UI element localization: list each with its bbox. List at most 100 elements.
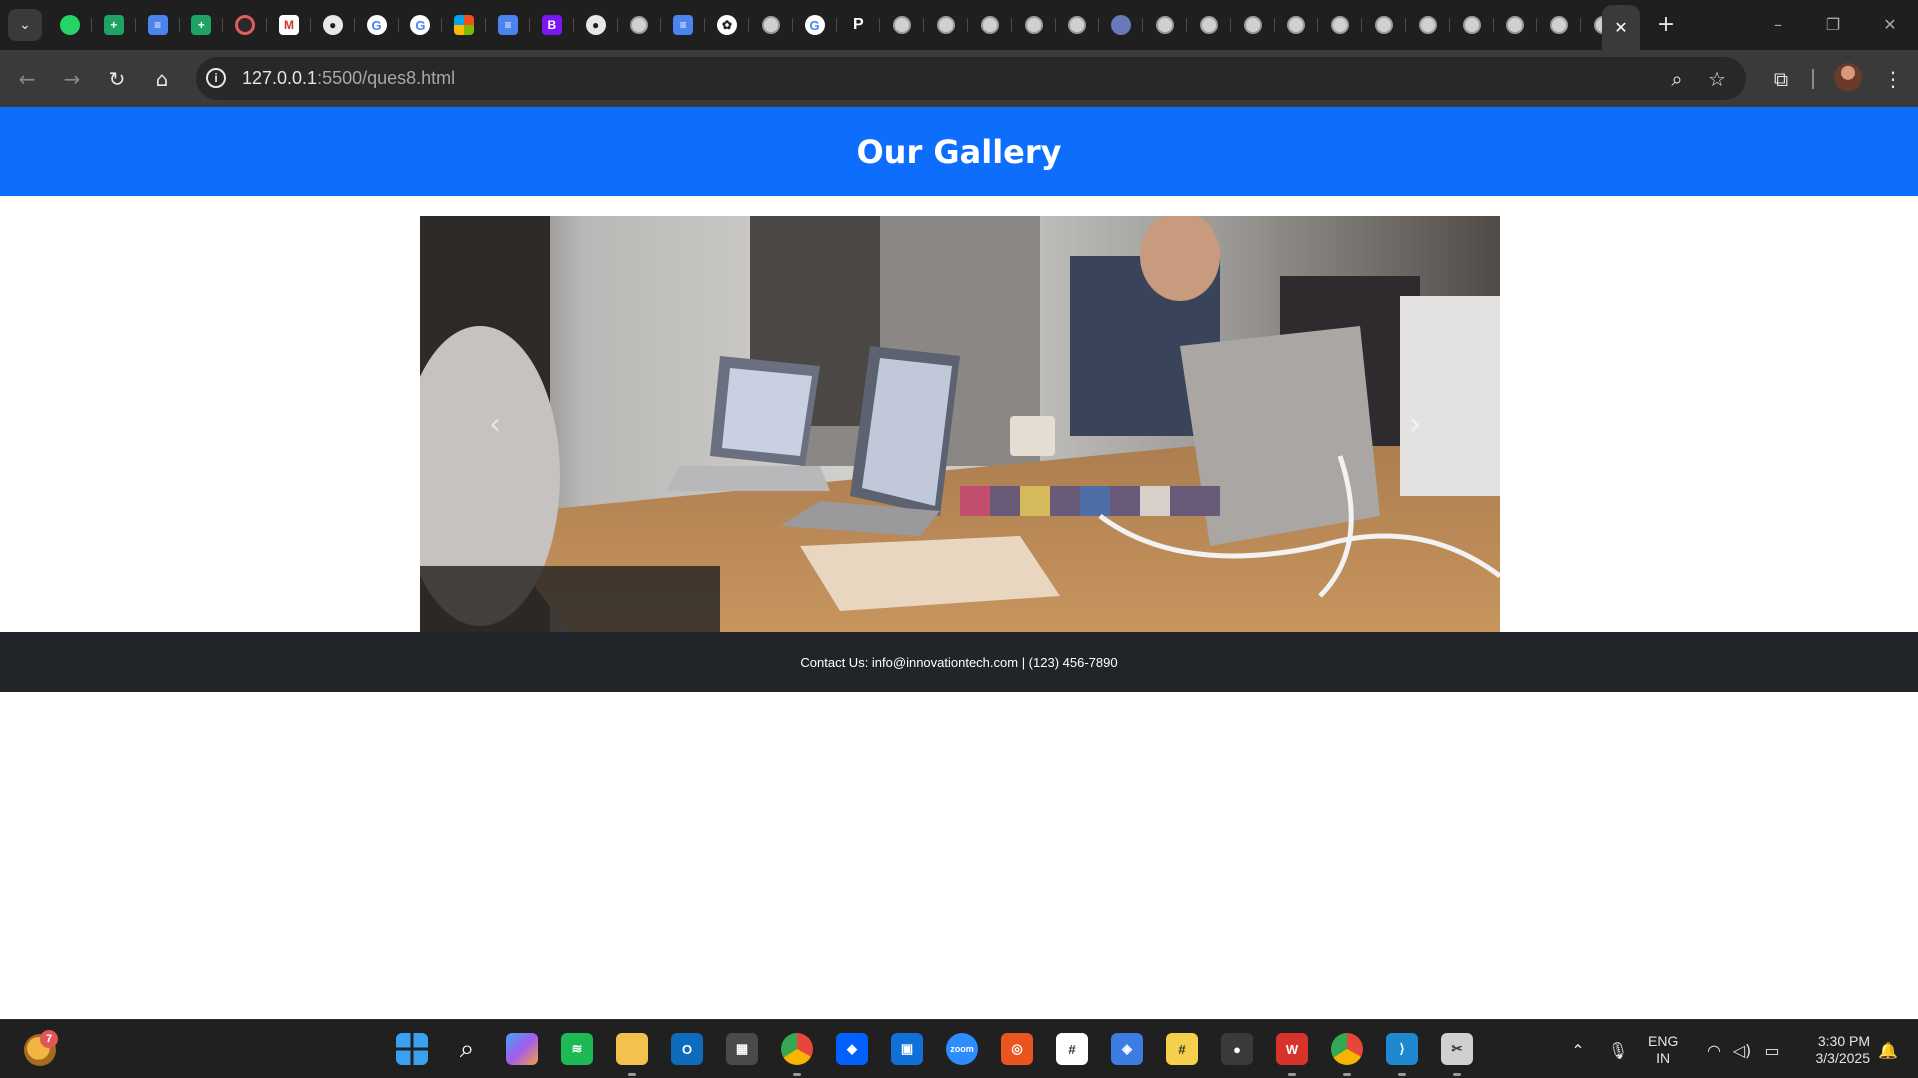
screen-recorder-icon[interactable]: ●: [1221, 1033, 1253, 1065]
new-tab-button[interactable]: +: [1651, 9, 1681, 39]
chrome-profile-icon[interactable]: [1331, 1033, 1363, 1065]
browser-tab[interactable]: M: [267, 9, 311, 41]
spotify-icon[interactable]: ≋: [561, 1033, 593, 1065]
system-clock[interactable]: 3:30 PM 3/3/2025: [1800, 1033, 1871, 1067]
browser-tab[interactable]: B: [530, 9, 574, 41]
browser-tab[interactable]: [749, 9, 793, 41]
restore-button[interactable]: ❐: [1813, 8, 1853, 40]
zoom-icon[interactable]: ⌕: [1664, 66, 1690, 92]
menu-button[interactable]: ⋮: [1876, 62, 1910, 96]
chevron-right-icon: ›: [1409, 406, 1421, 442]
browser-tab[interactable]: ●: [574, 9, 618, 41]
extensions-button[interactable]: ⧉: [1764, 62, 1798, 96]
battery-icon[interactable]: ▭: [1760, 1038, 1784, 1062]
vscode-icon[interactable]: ⟩: [1386, 1033, 1418, 1065]
browser-tab[interactable]: ✿: [705, 9, 749, 41]
browser-tab[interactable]: [1537, 9, 1582, 41]
perplexity-icon: P: [848, 15, 869, 35]
back-button[interactable]: ←: [10, 62, 44, 96]
reload-icon: ↻: [108, 67, 126, 91]
carousel-next-button[interactable]: ›: [1400, 404, 1430, 444]
outlook-icon[interactable]: O: [671, 1033, 703, 1065]
globe-icon: [1068, 16, 1087, 34]
google-docs-icon: ≡: [673, 15, 694, 35]
profile-avatar[interactable]: [1834, 63, 1862, 91]
microphone-icon[interactable]: 🎙: [1606, 1038, 1630, 1062]
browser-tab[interactable]: [1055, 9, 1100, 41]
globe-icon: [1462, 16, 1481, 34]
url-text[interactable]: 127.0.0.1:5500/ques8.html: [242, 68, 455, 89]
forward-button[interactable]: →: [55, 62, 89, 96]
browser-tab[interactable]: [617, 9, 662, 41]
browser-tab[interactable]: [48, 9, 92, 41]
slack-icon[interactable]: #: [1056, 1033, 1088, 1065]
bootstrap-icon: B: [541, 15, 562, 35]
zoom-icon[interactable]: zoom: [946, 1033, 978, 1065]
browser-tab[interactable]: [223, 9, 268, 41]
app-window-icon[interactable]: ▣: [891, 1033, 923, 1065]
home-button[interactable]: ⌂: [145, 62, 179, 96]
copilot-icon[interactable]: [506, 1033, 538, 1065]
browser-tab[interactable]: G: [355, 9, 399, 41]
browser-tab[interactable]: [1493, 9, 1538, 41]
wps-office-icon[interactable]: W: [1276, 1033, 1308, 1065]
reload-button[interactable]: ↻: [100, 62, 134, 96]
active-tab-close-button[interactable]: ✕: [1602, 5, 1640, 50]
browser-tab[interactable]: [924, 9, 968, 41]
browser-tab[interactable]: ≡: [486, 9, 530, 41]
language-indicator[interactable]: ENG IN: [1648, 1033, 1678, 1067]
info-icon[interactable]: i: [206, 68, 226, 88]
browser-tab[interactable]: [880, 9, 925, 41]
browser-tab[interactable]: [1012, 9, 1056, 41]
globe-icon: [1156, 16, 1174, 34]
browser-tab[interactable]: [968, 9, 1012, 41]
arrow-right-icon: →: [63, 67, 81, 91]
tab-search-button[interactable]: ⌄: [8, 9, 42, 41]
windows-start-icon[interactable]: [396, 1033, 428, 1065]
browser-tab[interactable]: [1143, 9, 1187, 41]
browser-tab[interactable]: [1362, 9, 1406, 41]
browser-tab[interactable]: ≡: [661, 9, 706, 41]
browser-tab[interactable]: [1099, 9, 1144, 41]
browser-tab[interactable]: +: [179, 9, 224, 41]
browser-toolbar: ← → ↻ ⌂ i 127.0.0.1:5500/ques8.html ⌕ ☆ …: [0, 50, 1918, 107]
close-window-button[interactable]: ✕: [1870, 8, 1910, 40]
chevron-left-icon: ‹: [489, 406, 501, 442]
browser-tab[interactable]: +: [92, 9, 136, 41]
snipping-tool-icon[interactable]: ✂: [1441, 1033, 1473, 1065]
dropbox-icon[interactable]: ◆: [836, 1033, 868, 1065]
clock-time: 3:30 PM: [1817, 1033, 1870, 1049]
browser-tab[interactable]: [1318, 9, 1363, 41]
address-bar[interactable]: i 127.0.0.1:5500/ques8.html ⌕ ☆: [196, 57, 1746, 100]
notes-icon[interactable]: #: [1166, 1033, 1198, 1065]
globe-icon: [1331, 16, 1350, 34]
browser-tab[interactable]: P: [836, 9, 881, 41]
notifications-icon[interactable]: 🔔: [1876, 1038, 1900, 1062]
ubuntu-icon[interactable]: ◎: [1001, 1033, 1033, 1065]
carousel-prev-button[interactable]: ‹: [480, 404, 510, 444]
browser-tab[interactable]: [1187, 9, 1231, 41]
browser-tab[interactable]: G: [398, 9, 443, 41]
synology-icon[interactable]: ◈: [1111, 1033, 1143, 1065]
browser-tab[interactable]: ●: [311, 9, 355, 41]
bookmark-star-icon[interactable]: ☆: [1704, 66, 1730, 92]
browser-tab[interactable]: [1406, 9, 1450, 41]
chevron-up-icon[interactable]: ⌃: [1566, 1038, 1590, 1062]
search-icon[interactable]: ⌕: [451, 1033, 483, 1065]
volume-icon[interactable]: ◁): [1730, 1038, 1754, 1062]
chrome-icon[interactable]: [781, 1033, 813, 1065]
microsoft-store-icon[interactable]: ▦: [726, 1033, 758, 1065]
browser-tab[interactable]: [1231, 9, 1275, 41]
browser-tab[interactable]: [442, 9, 487, 41]
file-explorer-icon[interactable]: [616, 1033, 648, 1065]
globe-icon: [1506, 16, 1525, 34]
browser-tab[interactable]: [1450, 9, 1494, 41]
minimize-button[interactable]: –: [1758, 8, 1798, 40]
browser-tab[interactable]: G: [793, 9, 837, 41]
notification-badge: 7: [40, 1030, 58, 1048]
wifi-icon[interactable]: ◠: [1702, 1038, 1726, 1062]
browser-tab[interactable]: [1274, 9, 1319, 41]
gallery-carousel: ‹ ›: [420, 216, 1500, 632]
browser-tab[interactable]: ≡: [136, 9, 180, 41]
globe-icon: [937, 16, 955, 34]
